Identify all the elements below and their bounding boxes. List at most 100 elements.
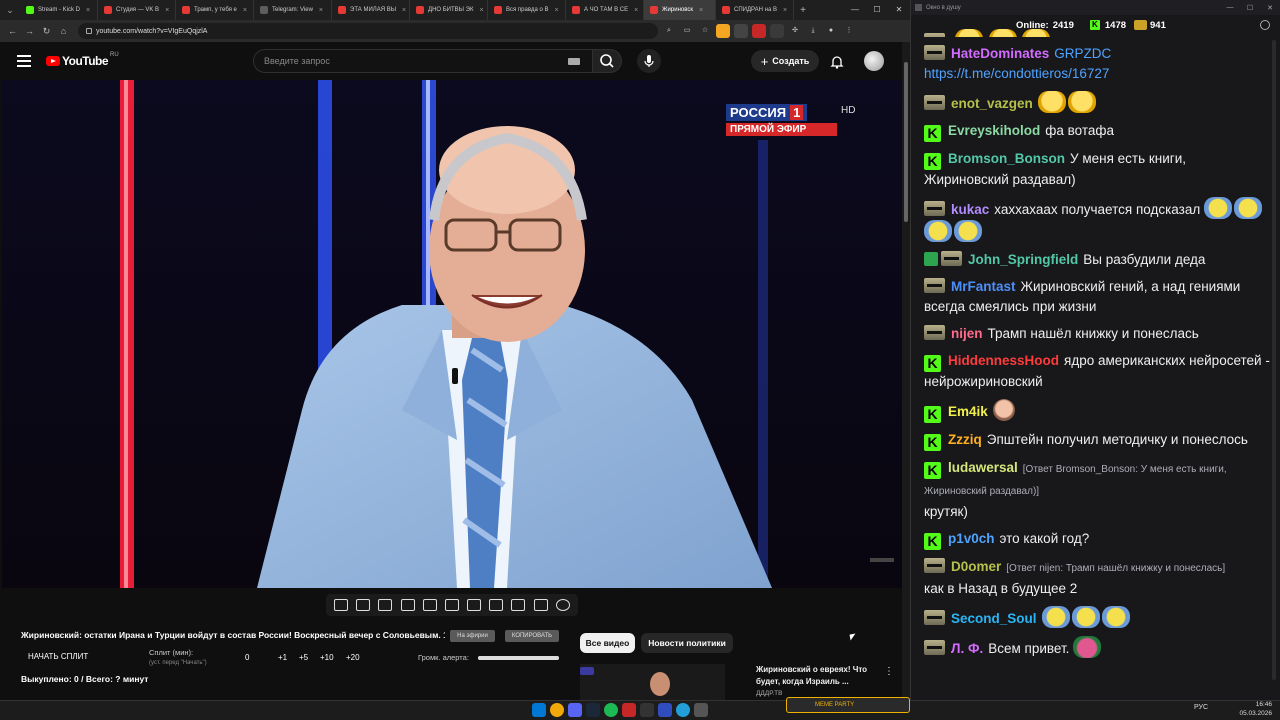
chat-username[interactable]: nijen [951, 326, 983, 341]
home-icon[interactable]: ⌂ [55, 26, 72, 36]
video-player[interactable]: РОССИЯ 1 HD ПРЯМОЙ ЭФИР [2, 80, 902, 588]
extension-icon[interactable] [734, 24, 748, 38]
cast-icon[interactable]: ▭ [680, 24, 694, 38]
browser-tab[interactable]: Жириновск × [644, 0, 716, 20]
more-options-icon[interactable]: ⋮ [884, 666, 894, 677]
minimize-icon[interactable]: — [844, 0, 866, 20]
chat-username[interactable]: John_Springfield [968, 252, 1078, 267]
notifications-bell-icon[interactable] [829, 54, 845, 70]
loop-icon[interactable] [334, 599, 349, 611]
split-plus-20[interactable]: +20 [346, 653, 360, 662]
browser-tab[interactable]: Трамп, у тебя е × [176, 0, 254, 20]
video-settings-icon[interactable] [378, 599, 393, 611]
telegram-icon[interactable] [676, 703, 690, 717]
start-split-button[interactable]: НАЧАТЬ СПЛИТ [28, 652, 88, 661]
film-icon[interactable] [400, 599, 415, 611]
taskbar-active-app[interactable]: MEME PARTY [786, 697, 910, 713]
menu-icon[interactable] [17, 55, 31, 67]
split-plus-10[interactable]: +10 [320, 653, 334, 662]
tab-close-icon[interactable]: × [554, 7, 558, 14]
extensions-puzzle-icon[interactable]: ✣ [788, 24, 802, 38]
create-button[interactable]: + Создать [751, 50, 819, 72]
bookmark-star-icon[interactable]: ☆ [698, 24, 712, 38]
browser-tab[interactable]: ДНО БИТВЫ ЭК × [410, 0, 488, 20]
chat-username[interactable]: Evreyskiholod [948, 123, 1040, 138]
chat-scrollbar[interactable] [1272, 40, 1276, 680]
tab-close-icon[interactable]: × [165, 7, 169, 14]
keyboard-icon[interactable] [568, 58, 580, 65]
browser-tab[interactable]: Студия — VK В × [98, 0, 176, 20]
split-value-0[interactable]: 0 [245, 653, 249, 662]
recommended-channel[interactable]: ДДДР.ТВ [756, 690, 782, 697]
audio-wave-icon[interactable] [356, 599, 371, 611]
copy-button[interactable]: КОПИРОВАТЬ [505, 630, 559, 642]
tab-close-icon[interactable]: × [634, 7, 638, 14]
discord-icon[interactable] [568, 703, 582, 717]
chat-username[interactable]: MrFantast [951, 279, 1016, 294]
forward-icon[interactable]: → [21, 26, 38, 36]
chat-username[interactable]: enot_vazgen [951, 96, 1033, 111]
alert-volume-slider[interactable] [478, 656, 559, 660]
avatar[interactable] [864, 51, 884, 71]
minimize-icon[interactable]: — [1220, 4, 1240, 12]
theater-icon[interactable] [444, 599, 459, 611]
chat-username[interactable]: Zzziq [948, 432, 982, 447]
start-icon[interactable] [532, 703, 546, 717]
browser-tab[interactable]: ЭТА МИЛАЯ ВЫ × [332, 0, 410, 20]
tab-close-icon[interactable]: × [783, 7, 787, 14]
obs-icon[interactable] [640, 703, 654, 717]
zoom-icon[interactable]: ⌕ [662, 24, 676, 38]
app-icon[interactable] [622, 703, 636, 717]
search-button[interactable] [592, 49, 622, 73]
chat-username[interactable]: D0omer [951, 559, 1001, 574]
input-language[interactable]: РУС [1194, 704, 1208, 711]
menu-icon[interactable]: ⋮ [842, 24, 856, 38]
chat-username[interactable]: Л. Ф. [951, 641, 983, 656]
gear-icon[interactable] [555, 599, 570, 611]
browser-tab[interactable]: Telegram: View × [254, 0, 332, 20]
extension-icon[interactable] [752, 24, 766, 38]
chat-username[interactable]: kukac [951, 202, 989, 217]
browser-tab[interactable]: А ЧО ТАМ В СЕ × [566, 0, 644, 20]
clock[interactable]: 16:46 05.03.2026 [1238, 700, 1272, 718]
download-icon[interactable]: ⤓ [806, 24, 820, 38]
split-plus-1[interactable]: +1 [278, 653, 287, 662]
maximize-icon[interactable]: ☐ [866, 0, 888, 20]
speed-gauge-icon[interactable] [467, 599, 482, 611]
url-field[interactable]: youtube.com/watch?v=VIgEuQqjzlA [78, 23, 658, 39]
flask-icon[interactable] [533, 599, 548, 611]
recommended-title[interactable]: Жириновский о евреях! Что будет, когда И… [756, 664, 880, 688]
search-input[interactable]: Введите запрос [253, 49, 593, 73]
chat-username[interactable]: ludawersal [948, 460, 1018, 475]
app-icon[interactable] [694, 703, 708, 717]
chat-username[interactable]: Bromson_Bonson [948, 151, 1065, 166]
chat-username[interactable]: Em4ik [948, 404, 988, 419]
add-video-icon[interactable] [489, 599, 504, 611]
new-tab-button[interactable]: + [794, 5, 812, 16]
browser-tab[interactable]: СПИДРАН на В × [716, 0, 794, 20]
tab-close-icon[interactable]: × [319, 7, 323, 14]
close-icon[interactable]: ✕ [1260, 4, 1280, 12]
scrollbar-thumb[interactable] [904, 62, 908, 222]
extension-icon[interactable] [770, 24, 784, 38]
tab-close-icon[interactable]: × [243, 7, 247, 14]
tab-close-icon[interactable]: × [86, 7, 90, 14]
subscribe-mini-button[interactable]: На эфирии [450, 630, 495, 642]
chat-username[interactable]: Second_Soul [951, 611, 1037, 626]
chat-username[interactable]: HateDominates [951, 46, 1049, 61]
tab-close-icon[interactable]: × [402, 7, 406, 14]
youtube-logo[interactable]: YouTube RU [46, 52, 119, 68]
split-plus-5[interactable]: +5 [299, 653, 308, 662]
steam-icon[interactable] [586, 703, 600, 717]
chat-username[interactable]: p1v0ch [948, 531, 995, 546]
chip-politics-news[interactable]: Новости политики [641, 633, 733, 653]
page-scrollbar[interactable] [902, 42, 910, 698]
extension-icon[interactable] [716, 24, 730, 38]
chip-all-videos[interactable]: Все видео [580, 633, 635, 653]
pip-icon[interactable] [422, 599, 437, 611]
recommended-thumbnail[interactable] [580, 664, 725, 700]
back-icon[interactable]: ← [4, 26, 21, 36]
maximize-icon[interactable]: ☐ [1240, 4, 1260, 12]
profile-icon[interactable]: ● [824, 24, 838, 38]
browser-tab[interactable]: Stream - Kick D × [20, 0, 98, 20]
